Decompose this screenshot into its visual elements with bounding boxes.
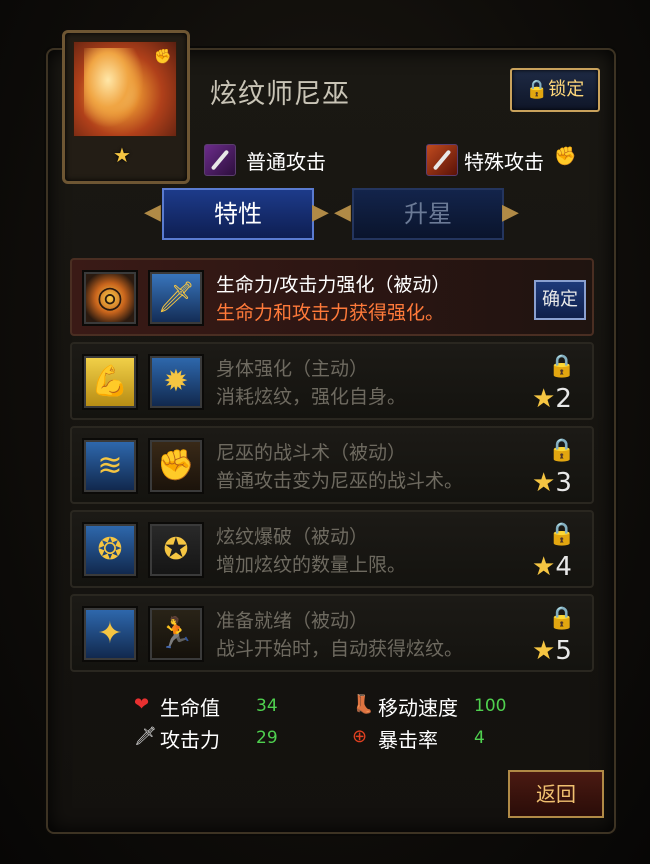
winged-star-icon: ✪	[148, 522, 204, 578]
skill-title: 准备就绪（被动）	[216, 610, 369, 632]
skill-desc: 增加炫纹的数量上限。	[216, 554, 407, 576]
normal-attack-icon	[204, 144, 236, 176]
tab-traits[interactable]: 特性	[162, 188, 314, 240]
lock-icon: 🔒	[548, 354, 576, 379]
portrait-fist-icon: ✊	[154, 49, 172, 65]
sun-star-icon: ✹	[148, 354, 204, 410]
heart-icon: ❤	[134, 694, 150, 715]
skill-desc: 生命力和攻击力获得强化。	[216, 302, 445, 324]
runner-icon: 🏃	[148, 606, 204, 662]
crosshair-icon: ⊕	[352, 726, 368, 747]
star-requirement: ★3	[532, 468, 572, 498]
swirl-star-icon: ✦	[82, 606, 138, 662]
return-button[interactable]: 返回	[508, 770, 604, 818]
skill-title: 炫纹爆破（被动）	[216, 526, 369, 548]
dash-strike-icon: ≋	[82, 438, 138, 494]
stats-panel: ❤ 生命值 34 🗡 攻击力 29 👢 移动速度 100 ⊕ 暴击率 4	[130, 690, 550, 760]
hp-value: 34	[256, 696, 278, 716]
special-attack-label: 特殊攻击	[464, 150, 544, 174]
move-label: 移动速度	[378, 696, 458, 720]
skill-title: 身体强化（主动）	[216, 358, 369, 380]
star-requirement: ★5	[532, 636, 572, 666]
normal-attack-label: 普通攻击	[246, 150, 326, 174]
target-icon: ◎	[82, 270, 138, 326]
tab-upgrade[interactable]: 升星	[352, 188, 504, 240]
move-value: 100	[474, 696, 507, 716]
skill-desc: 战斗开始时，自动获得炫纹。	[216, 638, 464, 660]
skill-list: ◎ 🗡 生命力/攻击力强化（被动） 生命力和攻击力获得强化。 确定 💪 ✹ 身体…	[64, 250, 598, 680]
skill-item-1[interactable]: ◎ 🗡 生命力/攻击力强化（被动） 生命力和攻击力获得强化。 确定	[70, 258, 594, 336]
hp-label: 生命值	[160, 696, 220, 720]
confirm-button[interactable]: 确定	[534, 280, 586, 320]
stacked-orbs-icon: ❂	[82, 522, 138, 578]
portrait-hair	[84, 48, 144, 128]
lock-icon: 🔒	[548, 606, 576, 631]
skill-title: 生命力/攻击力强化（被动）	[216, 274, 451, 296]
crit-value: 4	[474, 728, 485, 748]
special-attack-fist-icon: ✊	[554, 146, 577, 167]
skill-desc: 消耗炫纹，强化自身。	[216, 386, 407, 408]
sword-icon: 🗡	[134, 726, 157, 747]
hero-portrait[interactable]: ✊ ★	[62, 30, 190, 184]
hero-portrait-art: ✊	[73, 41, 177, 137]
skill-item-5[interactable]: ✦ 🏃 准备就绪（被动） 战斗开始时，自动获得炫纹。 🔒 ★5	[70, 594, 594, 672]
crit-label: 暴击率	[378, 728, 438, 752]
boot-icon: 👢	[352, 694, 375, 715]
lock-icon: 🔒	[548, 522, 576, 547]
skill-item-4[interactable]: ❂ ✪ 炫纹爆破（被动） 增加炫纹的数量上限。 🔒 ★4	[70, 510, 594, 588]
hero-name: 炫纹师尼巫	[210, 79, 350, 110]
tab-left-arrow-icon: ◀	[144, 200, 161, 225]
skill-desc: 普通攻击变为尼巫的战斗术。	[216, 470, 464, 492]
fist-burst-icon: ✊	[148, 438, 204, 494]
lock-button[interactable]: 🔒锁定	[510, 68, 600, 112]
tab-right-arrow-icon: ▶	[502, 200, 519, 225]
skill-title: 尼巫的战斗术（被动）	[216, 442, 407, 464]
skill-item-2[interactable]: 💪 ✹ 身体强化（主动） 消耗炫纹，强化自身。 🔒 ★2	[70, 342, 594, 420]
skill-item-3[interactable]: ≋ ✊ 尼巫的战斗术（被动） 普通攻击变为尼巫的战斗术。 🔒 ★3	[70, 426, 594, 504]
atk-value: 29	[256, 728, 278, 748]
flex-arm-icon: 💪	[82, 354, 138, 410]
atk-label: 攻击力	[160, 728, 220, 752]
star-requirement: ★4	[532, 552, 572, 582]
tab-mid-arrow-icon: ▶	[312, 200, 329, 225]
special-attack-icon	[426, 144, 458, 176]
portrait-star-icon: ★	[113, 143, 131, 167]
star-requirement: ★2	[532, 384, 572, 414]
sword-up-icon: 🗡	[148, 270, 204, 326]
tab-mid-left-arrow-icon: ◀	[334, 200, 351, 225]
lock-icon: 🔒	[548, 438, 576, 463]
